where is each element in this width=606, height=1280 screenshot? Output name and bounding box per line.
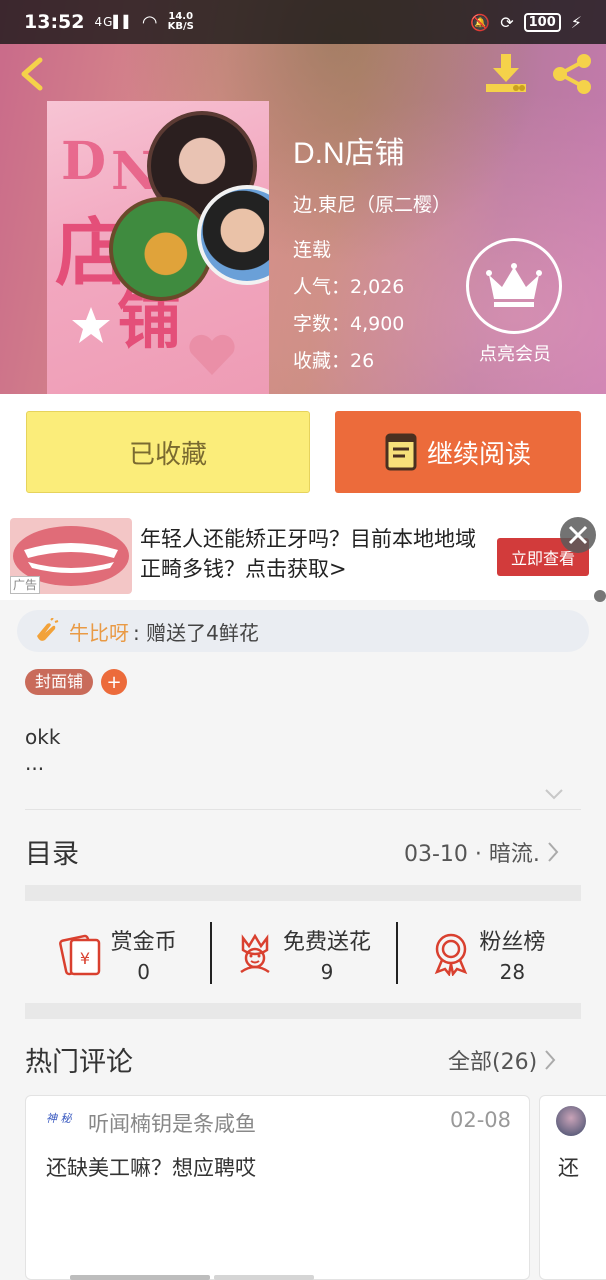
charging-icon: ⚡	[570, 12, 582, 32]
crown-icon	[486, 263, 542, 307]
description-line: okk	[25, 725, 61, 749]
close-icon	[568, 525, 588, 545]
comments-title: 热门评论	[25, 1047, 133, 1078]
continue-reading-label: 继续阅读	[426, 439, 531, 470]
share-icon	[553, 54, 591, 94]
section-separator	[25, 885, 581, 901]
download-button[interactable]	[482, 52, 530, 96]
ad-info-icon[interactable]	[594, 590, 606, 602]
book-header: 13:52 4G▌▌ ◠ 14.0 KB/S 🔕 ⟳ 100 ⚡ D N 店 铺…	[0, 0, 606, 394]
fan-ranking-count: 28	[499, 960, 526, 984]
comment-card[interactable]: 神 秘 听闻楠钥是条咸鱼 02-08 还缺美工嘛？想应聘哎	[25, 1095, 530, 1280]
free-flower-label: 免费送花	[282, 930, 371, 955]
toc-title: 目录	[25, 839, 79, 870]
svg-text:¥: ¥	[80, 949, 90, 968]
flower-icon	[240, 933, 270, 974]
all-comments-label: 全部(26)	[448, 1050, 538, 1075]
comment-card[interactable]: 还	[539, 1095, 606, 1280]
toc-row[interactable]: 目录 03-10 · 暗流.	[0, 812, 606, 884]
collected-button[interactable]: 已收藏	[26, 411, 310, 493]
description-line: ...	[25, 751, 45, 775]
divider	[25, 809, 581, 810]
envelope-coin-icon: ¥	[58, 934, 100, 976]
status-bar: 13:52 4G▌▌ ◠ 14.0 KB/S 🔕 ⟳ 100 ⚡	[0, 0, 606, 44]
scroll-indicator	[214, 1275, 314, 1280]
ad-banner[interactable]: 广告 年轻人还能矫正牙吗？目前本地地域正畸多钱？点击获取> 立即查看	[0, 510, 606, 600]
section-separator	[25, 1003, 581, 1019]
ad-close-button[interactable]	[560, 517, 596, 553]
status-time: 13:52	[24, 11, 85, 33]
wifi-icon: ◠	[141, 11, 158, 33]
book-info: D.N店铺 边.東尼（原二樱） 连载 人气：2,026 字数：4,900 收藏：…	[293, 128, 451, 373]
battery-level: 100	[523, 12, 561, 32]
expand-description-button[interactable]	[542, 784, 566, 804]
hand-clap-icon	[37, 618, 59, 641]
commenter-avatar[interactable]	[556, 1106, 586, 1136]
crown-badge	[466, 238, 562, 334]
tag-item[interactable]: 封面铺	[25, 669, 94, 695]
fan-ranking-button[interactable]: 粉丝榜 28	[395, 918, 581, 990]
rotation-lock-icon: ⟳	[500, 12, 514, 32]
cover-heart-icon	[189, 334, 235, 375]
comment-text: 还缺美工嘛？想应聘哎	[46, 1156, 256, 1180]
add-tag-button[interactable]: +	[101, 669, 128, 695]
action-bar: 已收藏 继续阅读	[0, 394, 606, 510]
ad-text: 年轻人还能矫正牙吗？目前本地地域正畸多钱？点击获取>	[140, 527, 476, 581]
ad-tag: 广告	[10, 576, 41, 594]
member-label: 点亮会员	[479, 344, 551, 365]
commenter-avatar[interactable]: 神 秘	[46, 1110, 76, 1130]
cover-letter-d: D	[61, 131, 107, 192]
chevron-right-icon	[545, 1050, 556, 1070]
book-author[interactable]: 边.東尼（原二樱）	[293, 190, 451, 217]
fan-ranking-label: 粉丝榜	[479, 930, 546, 955]
share-button[interactable]	[548, 52, 596, 96]
all-comments-link[interactable]: 全部(26)	[448, 1044, 557, 1076]
book-icon	[385, 433, 417, 471]
toc-latest-label: 03-10 · 暗流.	[404, 842, 540, 867]
gift-notice[interactable]: 牛比呀 : 赠送了4鲜花	[17, 610, 589, 652]
comment-text: 还	[558, 1156, 579, 1180]
book-title: D.N店铺	[293, 137, 405, 170]
signal-icon: 4G▌▌	[94, 15, 134, 29]
book-status: 连载	[293, 239, 332, 261]
medal-icon	[435, 933, 468, 976]
cover-portrait-2	[109, 197, 213, 301]
book-favorites: 收藏：26	[293, 350, 375, 372]
speed-unit: KB/S	[167, 21, 194, 32]
reward-coin-label: 赏金币	[110, 930, 177, 955]
book-word-count: 字数：4,900	[293, 313, 405, 335]
download-icon	[486, 54, 526, 92]
scroll-indicator	[70, 1275, 210, 1280]
gift-user[interactable]: 牛比呀	[69, 617, 129, 646]
commenter-name[interactable]: 听闻楠钥是条咸鱼	[88, 1108, 256, 1138]
free-flower-count: 9	[320, 960, 334, 984]
reward-coin-count: 0	[137, 960, 151, 984]
reward-coin-button[interactable]: ¥ 赏金币 0	[25, 918, 210, 990]
back-button[interactable]	[14, 54, 54, 94]
toc-latest: 03-10 · 暗流.	[404, 836, 560, 868]
book-cover[interactable]: D N 店 铺	[47, 101, 269, 394]
member-button[interactable]: 点亮会员	[466, 238, 564, 366]
cover-star-icon	[72, 307, 110, 343]
bell-off-icon: 🔕	[470, 12, 491, 32]
interaction-stats: ¥ 赏金币 0 免费送花 9 粉丝榜 28	[25, 918, 581, 990]
gift-message: : 赠送了4鲜花	[133, 620, 259, 645]
network-speed: 14.0 KB/S	[168, 12, 194, 32]
comments-header: 热门评论 全部(26)	[0, 1022, 606, 1092]
chevron-left-icon	[21, 57, 43, 91]
chevron-down-icon	[545, 789, 563, 800]
top-bar	[0, 50, 606, 100]
book-popularity: 人气：2,026	[293, 276, 405, 298]
continue-reading-button[interactable]: 继续阅读	[335, 411, 581, 493]
tag-list: 封面铺 +	[25, 669, 128, 695]
free-flower-button[interactable]: 免费送花 9	[210, 918, 395, 990]
comment-date: 02-08	[449, 1108, 511, 1132]
book-description: okk ...	[25, 724, 60, 776]
status-right: 🔕 ⟳ 100 ⚡	[470, 12, 582, 32]
chevron-right-icon	[548, 842, 559, 862]
